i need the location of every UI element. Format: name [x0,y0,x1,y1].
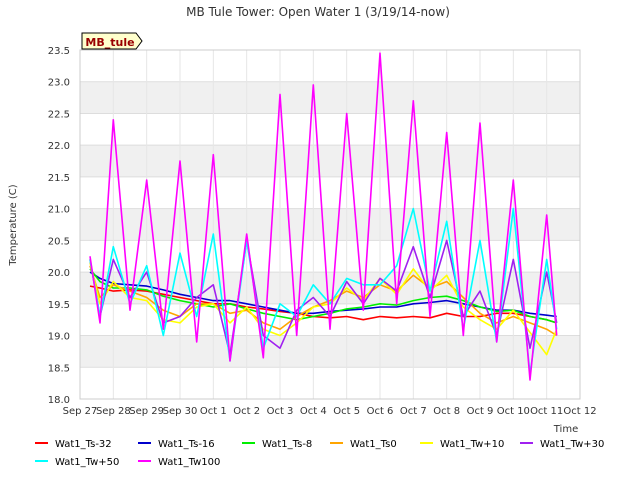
y-tick-label: 23.5 [48,46,70,57]
x-tick-label: Oct 1 [200,406,227,417]
legend-item: Wat1_Tw+30 [520,439,604,450]
y-axis-label: Temperature (C) [8,184,19,266]
legend-item: Wat1_Ts-16 [138,439,215,450]
y-tick-label: 19.5 [48,300,70,311]
x-tick-label: Sep 30 [163,406,198,417]
x-axis-ticks: Sep 27Sep 28Sep 29Sep 30 Oct 1 Oct 2 Oct 3 O… [63,406,597,417]
x-tick-label: Sep 29 [129,406,164,417]
y-tick-label: 20.0 [48,268,70,279]
y-tick-label: 18.5 [48,363,70,374]
chart: Sep 27Sep 28Sep 29Sep 30 Oct 1 Oct 2 Oct 3 O… [8,5,604,468]
legend-label: Wat1_Tw+50 [55,457,119,468]
legend-label: Wat1_Tw100 [158,457,220,468]
y-tick-label: 22.5 [48,109,70,120]
x-tick-label: Oct 3 [267,406,294,417]
x-tick-label: Oct 10 [497,406,530,417]
legend-label: Wat1_Ts0 [350,439,397,450]
station-label: MB_tule [85,36,134,49]
plot-band [80,145,580,177]
y-tick-label: 23.0 [48,78,70,89]
legend-label: Wat1_Ts-8 [262,439,312,450]
chart-title: MB Tule Tower: Open Water 1 (3/19/14-now… [186,5,450,19]
y-tick-label: 21.0 [48,205,70,216]
x-tick-label: Oct 12 [563,406,596,417]
x-tick-label: Oct 9 [467,406,494,417]
y-axis-ticks: 18.0 18.5 19.0 19.5 20.0 20.5 21.0 21.5 22.0 22.5… [48,46,70,406]
legend-item: Wat1_Tw100 [138,457,220,468]
x-tick-label: Sep 28 [96,406,131,417]
legend-item: Wat1_Tw+50 [35,457,119,468]
legend-item: Wat1_Ts-32 [35,439,112,450]
y-tick-label: 22.0 [48,141,70,152]
x-tick-label: Oct 8 [433,406,460,417]
plot-background [80,50,580,399]
station-label-box: MB_tule [81,32,143,50]
x-tick-label: Oct 5 [333,406,360,417]
x-axis-label: Time [553,424,578,435]
plot-band [80,81,580,114]
x-tick-label: Oct 2 [233,406,260,417]
y-tick-label: 18.0 [48,395,70,406]
y-tick-label: 19.0 [48,332,70,343]
x-tick-label: Oct 4 [300,406,327,417]
legend-label: Wat1_Tw+30 [540,439,604,450]
legend: Wat1_Ts-32 Wat1_Ts-16 Wat1_Ts-8 Wat1_Ts0 Wat… [35,439,604,468]
plot-band [80,335,580,368]
y-tick-label: 21.5 [48,173,70,184]
legend-label: Wat1_Tw+10 [440,439,504,450]
legend-item: Wat1_Ts-8 [242,439,312,450]
x-tick-label: Oct 6 [367,406,394,417]
legend-item: Wat1_Ts0 [330,439,397,450]
y-tick-label: 20.5 [48,236,70,247]
legend-label: Wat1_Ts-32 [55,439,112,450]
x-tick-label: Sep 27 [63,406,98,417]
x-tick-label: Oct 7 [400,406,427,417]
legend-label: Wat1_Ts-16 [158,439,215,450]
legend-item: Wat1_Tw+10 [420,439,504,450]
plot-band [80,208,580,241]
x-tick-label: Oct 11 [530,406,563,417]
